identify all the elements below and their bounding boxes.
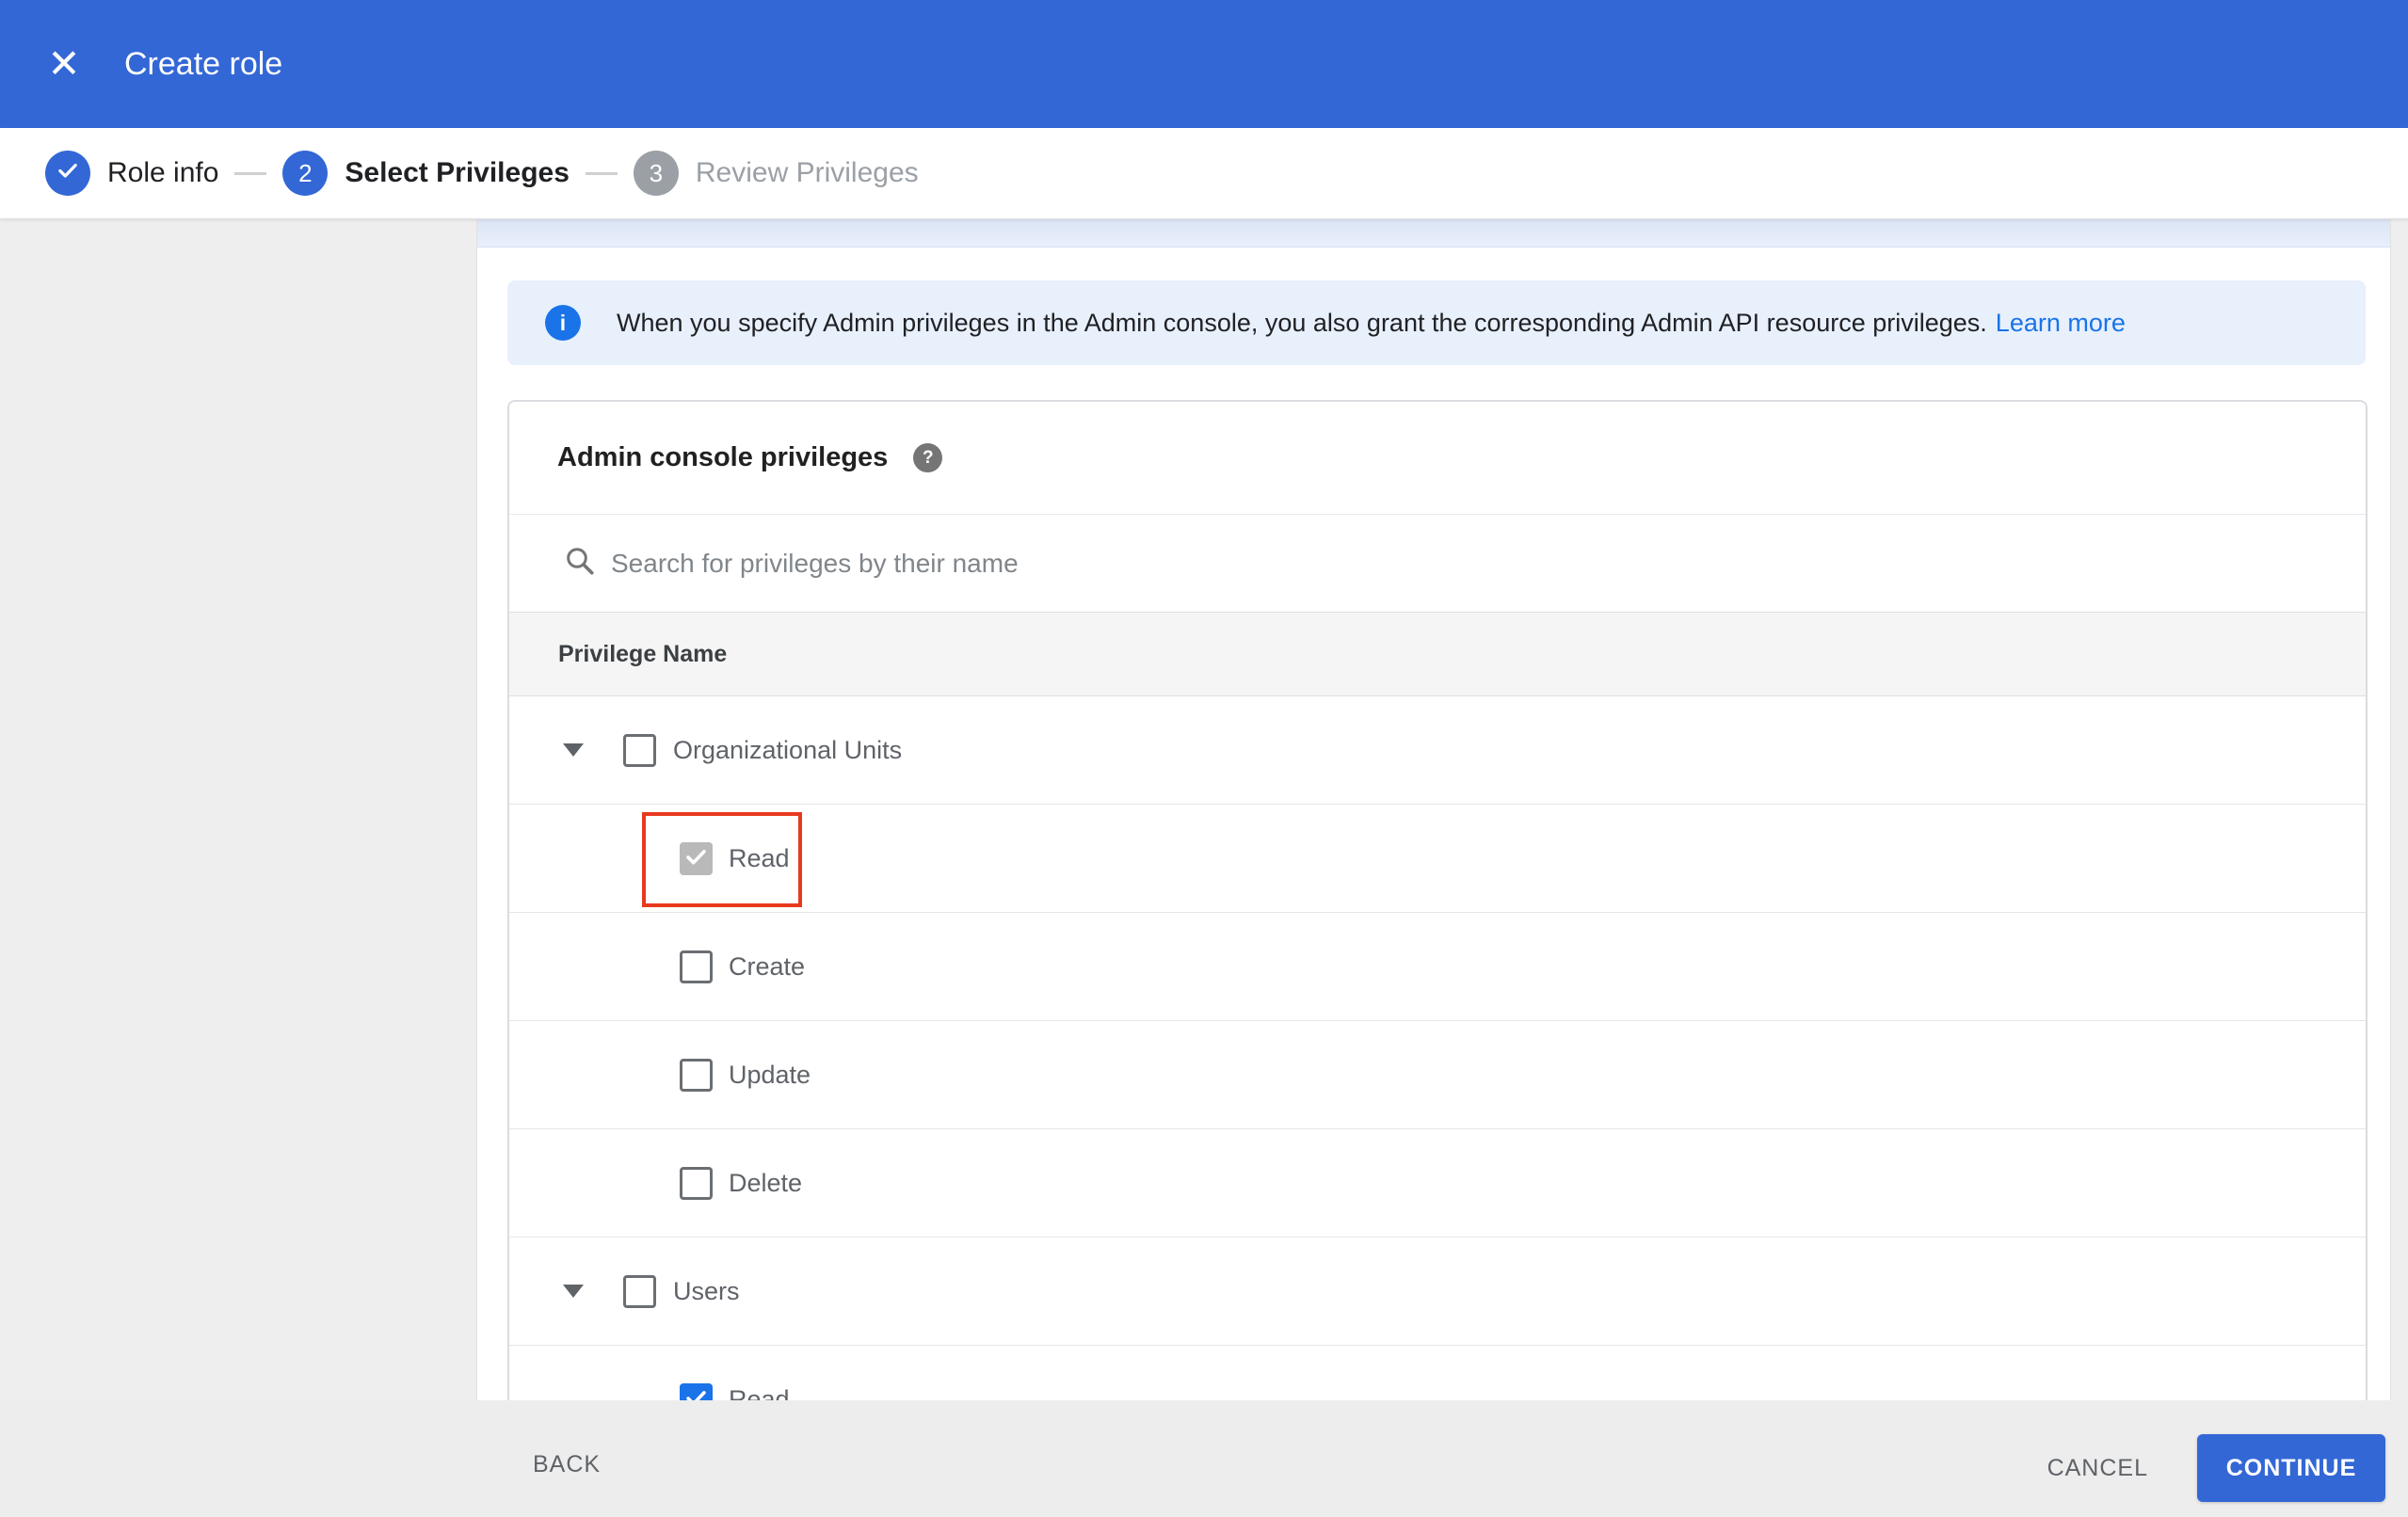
- card-title-row: Admin console privileges ?: [509, 402, 2366, 515]
- back-button[interactable]: BACK: [533, 1451, 601, 1478]
- info-banner: i When you specify Admin privileges in t…: [507, 280, 2366, 365]
- stepper: Role info 2 Select Privileges 3 Review P…: [0, 128, 2408, 219]
- privilege-row-read: Read: [509, 1346, 2366, 1400]
- learn-more-link[interactable]: Learn more: [1996, 309, 2126, 338]
- privilege-row-read: Read: [509, 805, 2366, 913]
- info-icon: i: [545, 305, 581, 341]
- search-input[interactable]: [611, 548, 1929, 579]
- check-icon: [683, 1385, 709, 1400]
- check-icon: [56, 158, 80, 189]
- step1-label: Role info: [107, 157, 219, 188]
- footer-actions: CANCEL CONTINUE: [2047, 1400, 2385, 1517]
- continue-button[interactable]: CONTINUE: [2197, 1434, 2385, 1502]
- appbar: ✕ Create role: [0, 0, 2408, 128]
- checkbox-users[interactable]: [623, 1275, 656, 1308]
- info-banner-text: When you specify Admin privileges in the…: [617, 308, 1987, 337]
- privilege-row-delete: Delete: [509, 1129, 2366, 1238]
- create-role-dialog: ✕ Create role Role info 2 Select Privile…: [0, 0, 2408, 1517]
- search-row: [509, 515, 2366, 612]
- privilege-row-update: Update: [509, 1021, 2366, 1129]
- step-connector: [234, 171, 267, 175]
- privilege-label: Read: [729, 1385, 790, 1400]
- privilege-label: Organizational Units: [673, 736, 903, 764]
- privileges-table: Organizational Units Read Create Update Dele…: [509, 696, 2366, 1400]
- column-header-privilege-name: Privilege Name: [558, 640, 728, 667]
- step2-circle: 2: [282, 151, 329, 196]
- checkbox-read[interactable]: [680, 842, 713, 875]
- privilege-label: Users: [673, 1277, 740, 1305]
- checkbox-delete[interactable]: [680, 1167, 713, 1200]
- main-content: i When you specify Admin privileges in t…: [476, 219, 2391, 1400]
- checkbox-organizational-units[interactable]: [623, 734, 656, 767]
- step3-circle: 3: [633, 151, 679, 196]
- checkbox-create[interactable]: [680, 950, 713, 983]
- step-select-privileges[interactable]: 2 Select Privileges: [282, 151, 570, 196]
- step-review-privileges: 3 Review Privileges: [633, 151, 919, 196]
- privilege-row-organizational-units: Organizational Units: [509, 696, 2366, 805]
- scrolled-content-strip: [477, 219, 2390, 248]
- step1-circle: [45, 151, 90, 196]
- privilege-label: Update: [729, 1061, 811, 1089]
- cancel-button[interactable]: CANCEL: [2047, 1455, 2148, 1482]
- privilege-row-users: Users: [509, 1238, 2366, 1346]
- checkbox-update[interactable]: [680, 1059, 713, 1092]
- step2-label: Select Privileges: [345, 157, 570, 188]
- card-title: Admin console privileges: [557, 442, 889, 472]
- privilege-label: Read: [729, 844, 790, 872]
- step-connector: [585, 171, 618, 175]
- collapse-triangle-icon[interactable]: [563, 743, 584, 757]
- close-icon[interactable]: ✕: [36, 0, 92, 128]
- admin-privileges-card: Admin console privileges ? Privilege Nam…: [507, 400, 2368, 1400]
- step-role-info[interactable]: Role info: [45, 151, 218, 196]
- help-icon[interactable]: ?: [913, 443, 943, 472]
- search-icon: [563, 544, 597, 583]
- body-area: i When you specify Admin privileges in t…: [0, 219, 2408, 1400]
- privilege-label: Create: [729, 952, 806, 981]
- checkbox-read[interactable]: [680, 1383, 713, 1400]
- footer-bar: BACK CANCEL CONTINUE: [0, 1400, 2408, 1517]
- step3-label: Review Privileges: [695, 157, 919, 188]
- dialog-title: Create role: [124, 45, 283, 82]
- collapse-triangle-icon[interactable]: [563, 1285, 584, 1298]
- table-header: Privilege Name: [509, 612, 2366, 696]
- check-icon: [683, 844, 709, 874]
- privilege-label: Delete: [729, 1169, 803, 1197]
- privilege-row-create: Create: [509, 913, 2366, 1021]
